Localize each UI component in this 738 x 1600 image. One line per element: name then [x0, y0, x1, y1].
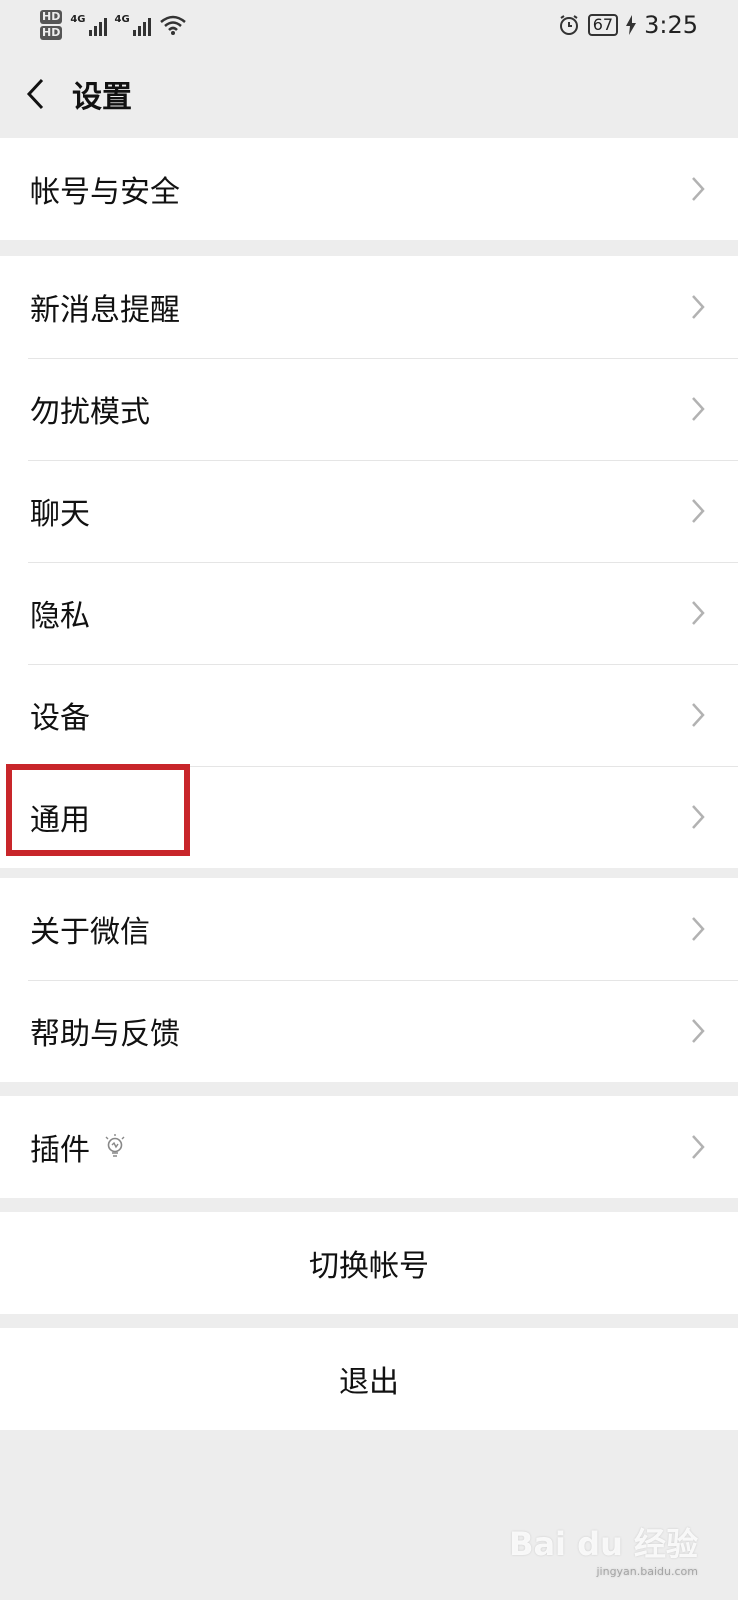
lightbulb-icon [105, 1134, 125, 1157]
logout-button[interactable]: 退出 [0, 1328, 738, 1430]
cell-label: 插件 [30, 1125, 126, 1169]
group-plugins: 插件 [0, 1096, 738, 1198]
group-logout: 退出 [0, 1328, 738, 1430]
network-type-2: 4G [114, 14, 130, 25]
clock: 3:25 [644, 11, 698, 39]
cell-label: 关于微信 [30, 915, 150, 950]
wifi-icon [159, 15, 186, 35]
chevron-right-icon [692, 397, 705, 421]
cell-privacy[interactable]: 隐私 [0, 562, 738, 664]
group-switch-account: 切换帐号 [0, 1212, 738, 1314]
cell-new-message-alerts[interactable]: 新消息提醒 [0, 256, 738, 358]
logout-label: 退出 [339, 1365, 399, 1400]
back-button[interactable] [0, 50, 72, 138]
charging-icon [626, 15, 637, 35]
cell-help-feedback[interactable]: 帮助与反馈 [0, 980, 738, 1082]
plugins-label: 插件 [30, 1133, 90, 1168]
highlight-box [6, 764, 190, 856]
hd1-badge: HD [40, 10, 63, 24]
watermark-brand: Bai du 经验 [509, 1525, 698, 1563]
chevron-right-icon [692, 1019, 705, 1043]
chevron-right-icon [692, 177, 705, 201]
status-left: HD HD 4G 4G [40, 10, 187, 40]
cell-chat[interactable]: 聊天 [0, 460, 738, 562]
status-bar: HD HD 4G 4G 67 3:25 [0, 0, 738, 50]
cell-label: 新消息提醒 [30, 293, 180, 328]
group-account: 帐号与安全 [0, 138, 738, 240]
signal-icon: 4G [70, 14, 107, 36]
cell-label: 设备 [30, 701, 90, 736]
cell-devices[interactable]: 设备 [0, 664, 738, 766]
baidu-watermark: Bai du 经验 jingyan.baidu.com [509, 1519, 698, 1578]
hd2-badge: HD [40, 26, 63, 40]
chevron-right-icon [692, 1135, 705, 1159]
nav-bar: 设置 [0, 50, 738, 138]
back-arrow-icon [26, 78, 44, 110]
switch-account-label: 切换帐号 [309, 1249, 429, 1284]
cell-account-security[interactable]: 帐号与安全 [0, 138, 738, 240]
status-right: 67 3:25 [558, 11, 698, 39]
watermark-url: jingyan.baidu.com [596, 1565, 698, 1578]
chevron-right-icon [692, 295, 705, 319]
cell-about-wechat[interactable]: 关于微信 [0, 878, 738, 980]
cell-label: 勿扰模式 [30, 395, 150, 430]
chevron-right-icon [692, 917, 705, 941]
chevron-right-icon [692, 601, 705, 625]
cell-label: 帮助与反馈 [30, 1017, 180, 1052]
chevron-right-icon [692, 499, 705, 523]
group-about: 关于微信 帮助与反馈 [0, 878, 738, 1082]
battery-level: 67 [587, 14, 619, 36]
chevron-right-icon [692, 703, 705, 727]
cell-plugins[interactable]: 插件 [0, 1096, 738, 1198]
cell-label: 隐私 [30, 599, 90, 634]
chevron-right-icon [692, 805, 705, 829]
page-title: 设置 [72, 80, 132, 115]
cell-label: 帐号与安全 [30, 175, 180, 210]
network-type-1: 4G [70, 14, 86, 25]
alarm-icon [559, 15, 578, 35]
switch-account-button[interactable]: 切换帐号 [0, 1212, 738, 1314]
cell-label: 聊天 [30, 497, 90, 532]
signal-icon-2: 4G [115, 14, 151, 36]
cell-do-not-disturb[interactable]: 勿扰模式 [0, 358, 738, 460]
